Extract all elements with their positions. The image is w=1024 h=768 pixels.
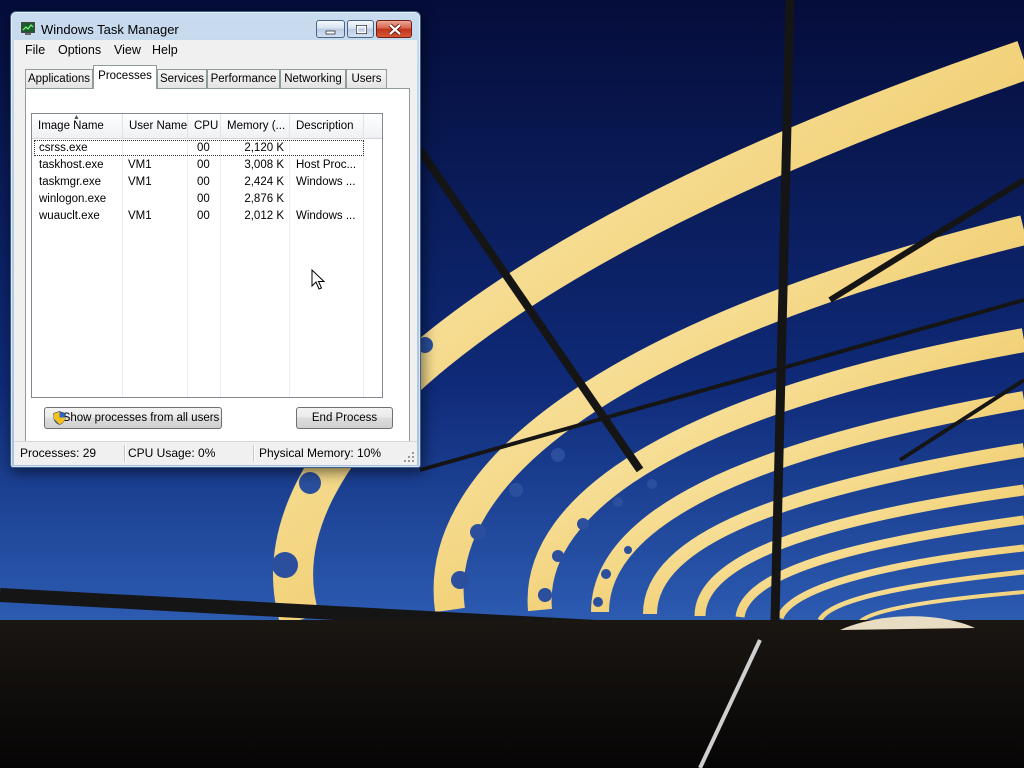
tab-applications[interactable]: Applications bbox=[25, 69, 93, 88]
cell-image-name: wuauclt.exe bbox=[39, 210, 100, 222]
table-row[interactable]: taskhost.exe VM1 00 3,008 K Host Proc... bbox=[34, 157, 364, 173]
table-row[interactable]: taskmgr.exe VM1 00 2,424 K Windows ... bbox=[34, 174, 364, 190]
cell-cpu: 00 bbox=[197, 142, 210, 154]
cell-description: Host Proc... bbox=[296, 159, 357, 171]
cell-memory: 2,012 K bbox=[244, 210, 284, 222]
status-physical-memory: Physical Memory: 10% bbox=[259, 446, 382, 460]
resize-grip-icon[interactable] bbox=[404, 452, 414, 462]
tab-services[interactable]: Services bbox=[157, 69, 207, 88]
cell-image-name: csrss.exe bbox=[39, 142, 88, 154]
sort-ascending-icon: ▲ bbox=[73, 114, 80, 121]
mouse-pointer-icon bbox=[311, 269, 325, 290]
end-process-button[interactable]: End Process bbox=[296, 407, 393, 429]
column-cpu[interactable]: CPU bbox=[188, 114, 221, 138]
cell-user-name: VM1 bbox=[128, 176, 152, 188]
status-process-count: Processes: 29 bbox=[20, 446, 97, 460]
column-image-name[interactable]: ▲ Image Name bbox=[32, 114, 123, 138]
cell-memory: 2,876 K bbox=[244, 193, 284, 205]
cell-cpu: 00 bbox=[197, 210, 210, 222]
cell-image-name: winlogon.exe bbox=[39, 193, 107, 205]
cell-cpu: 00 bbox=[197, 193, 210, 205]
cell-image-name: taskhost.exe bbox=[39, 159, 104, 171]
cell-cpu: 00 bbox=[197, 176, 210, 188]
cell-user-name: VM1 bbox=[128, 210, 152, 222]
cell-cpu: 00 bbox=[197, 159, 210, 171]
process-list[interactable]: ▲ Image Name User Name CPU Memory (... D… bbox=[31, 113, 383, 398]
show-all-processes-label: Show processes from all users bbox=[62, 412, 220, 424]
task-manager-window: Windows Task Manager File Options View H… bbox=[10, 11, 421, 468]
status-bar: Processes: 29 CPU Usage: 0% Physical Mem… bbox=[14, 441, 417, 465]
menu-help[interactable]: Help bbox=[152, 43, 178, 57]
table-row[interactable]: csrss.exe 00 2,120 K bbox=[34, 140, 364, 156]
tab-processes[interactable]: Processes bbox=[93, 65, 157, 89]
tab-users[interactable]: Users bbox=[346, 69, 387, 88]
close-icon bbox=[388, 23, 402, 36]
uac-shield-icon bbox=[53, 411, 66, 425]
column-description[interactable]: Description bbox=[290, 114, 364, 138]
cell-memory: 2,120 K bbox=[244, 142, 284, 154]
menu-file[interactable]: File bbox=[25, 43, 45, 57]
minimize-icon bbox=[325, 30, 336, 35]
cell-memory: 2,424 K bbox=[244, 176, 284, 188]
menu-view[interactable]: View bbox=[114, 43, 141, 57]
window-title: Windows Task Manager bbox=[41, 22, 179, 37]
column-user-name[interactable]: User Name bbox=[123, 114, 188, 138]
menu-bar: File Options View Help bbox=[14, 40, 417, 60]
tab-networking[interactable]: Networking bbox=[280, 69, 346, 88]
column-memory[interactable]: Memory (... bbox=[221, 114, 290, 138]
list-header: ▲ Image Name User Name CPU Memory (... D… bbox=[32, 114, 382, 139]
task-manager-icon bbox=[21, 22, 35, 35]
cell-description: Windows ... bbox=[296, 176, 356, 188]
close-button[interactable] bbox=[376, 20, 412, 38]
cell-description: Windows ... bbox=[296, 210, 356, 222]
cell-user-name: VM1 bbox=[128, 159, 152, 171]
maximize-button[interactable] bbox=[347, 20, 374, 38]
minimize-button[interactable] bbox=[316, 20, 345, 38]
cell-memory: 3,008 K bbox=[244, 159, 284, 171]
maximize-icon bbox=[356, 25, 367, 34]
cell-image-name: taskmgr.exe bbox=[39, 176, 101, 188]
tab-performance[interactable]: Performance bbox=[207, 69, 280, 88]
client-area: Applications Processes Services Performa… bbox=[14, 60, 417, 443]
show-all-processes-button[interactable]: Show processes from all users bbox=[44, 407, 222, 429]
menu-options[interactable]: Options bbox=[58, 43, 101, 57]
status-cpu-usage: CPU Usage: 0% bbox=[128, 446, 216, 460]
table-row[interactable]: winlogon.exe 00 2,876 K bbox=[34, 191, 364, 207]
table-row[interactable]: wuauclt.exe VM1 00 2,012 K Windows ... bbox=[34, 208, 364, 224]
